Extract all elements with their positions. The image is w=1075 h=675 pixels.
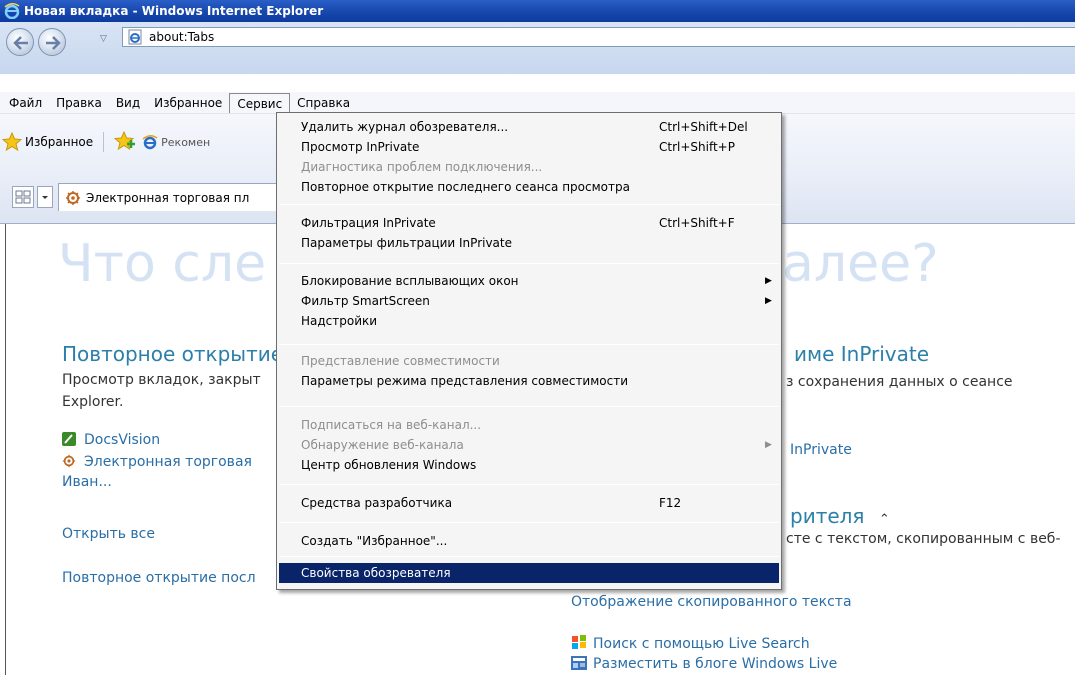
blog-live-link[interactable]: Разместить в блоге Windows Live [571, 656, 837, 672]
tab-trading[interactable]: Электронная торговая пл [58, 183, 278, 211]
menu-item-diagnose-connection: Диагностика проблем подключения... [301, 160, 543, 174]
accelerators-description: сте с текстом, скопированным с веб- [786, 531, 1061, 547]
reopen-description-line1: Просмотр вкладок, закрыт [62, 372, 261, 388]
menu-file[interactable]: Файл [2, 93, 49, 113]
menu-item-create-favorites[interactable]: Создать "Избранное"... [279, 531, 779, 551]
docsvision-icon [62, 432, 76, 446]
menu-help[interactable]: Справка [290, 93, 357, 113]
inprivate-description: з сохранения данных о сеансе [786, 374, 1013, 390]
menu-item-reopen-last-session[interactable]: Повторное открытие последнего сеанса про… [279, 177, 779, 197]
window-title: Новая вкладка - Windows Internet Explore… [24, 4, 324, 18]
menu-separator [279, 263, 779, 264]
forward-arrow-icon [46, 36, 61, 50]
favorites-button[interactable]: Избранное [2, 132, 93, 152]
quick-tabs-button[interactable] [12, 186, 34, 208]
hero-heading-left: Что сле [58, 234, 267, 294]
forward-button[interactable] [38, 28, 66, 56]
ivan-link[interactable]: Иван... [62, 474, 112, 490]
menu-item-compatibility-view: Представление совместимости [301, 354, 500, 368]
inprivate-section-title: име InPrivate [794, 342, 930, 366]
trading-link[interactable]: Электронная торговая [62, 454, 252, 470]
menu-item-smartscreen[interactable]: Фильтр SmartScreen ▶ [279, 291, 779, 311]
page-icon [127, 29, 143, 45]
inprivate-link[interactable]: InPrivate [790, 442, 852, 458]
tab-label: Электронная торговая пл [86, 190, 250, 205]
hero-heading-right: алее? [782, 234, 939, 294]
menu-item-windows-update[interactable]: Центр обновления Windows [279, 455, 779, 475]
menu-item-internet-options[interactable]: Свойства обозревателя [279, 563, 779, 583]
menu-separator [279, 556, 779, 557]
menu-separator [279, 204, 779, 205]
menu-favorites[interactable]: Избранное [147, 93, 229, 113]
docsvision-link[interactable]: DocsVision [62, 432, 160, 448]
submenu-arrow-icon: ▶ [765, 296, 772, 306]
menu-separator [279, 344, 779, 345]
menu-separator [279, 522, 779, 523]
menu-separator [279, 406, 779, 407]
menu-item-delete-history[interactable]: Удалить журнал обозревателя... Ctrl+Shif… [279, 117, 779, 137]
submenu-arrow-icon: ▶ [765, 276, 772, 286]
menu-item-popup-blocker[interactable]: Блокирование всплывающих окон ▶ [279, 271, 779, 291]
menu-item-inprivate-filter-settings[interactable]: Параметры фильтрации InPrivate [279, 233, 779, 253]
favorites-row: Избранное Рекомен [0, 130, 210, 154]
add-favorites-button[interactable] [113, 130, 136, 154]
address-bar[interactable]: about:Tabs [122, 27, 1075, 47]
title-bar[interactable]: Новая вкладка - Windows Internet Explore… [0, 0, 1075, 22]
menu-item-inprivate-filtering[interactable]: Фильтрация InPrivate Ctrl+Shift+F [279, 213, 779, 233]
live-search-icon [571, 634, 586, 649]
show-copied-text-link[interactable]: Отображение скопированного текста [571, 594, 852, 610]
menu-item-feed-discovery: Обнаружение веб-канала ▶ [279, 435, 779, 455]
menu-view[interactable]: Вид [109, 93, 147, 113]
reopen-section-title: Повторное открытие [62, 342, 284, 366]
tools-menu: Удалить журнал обозревателя... Ctrl+Shif… [276, 112, 782, 590]
tab-list-button[interactable] [37, 186, 53, 208]
gear-icon [66, 190, 80, 205]
ie-icon [142, 135, 158, 150]
blog-icon [571, 656, 587, 670]
divider [103, 132, 105, 152]
star-icon [2, 132, 22, 152]
address-input[interactable]: about:Tabs [149, 30, 214, 44]
menu-item-developer-tools[interactable]: Средства разработчика F12 [279, 493, 779, 513]
live-search-link[interactable]: Поиск с помощью Live Search [571, 634, 810, 652]
quick-tabs-icon [15, 190, 31, 204]
collapse-chevron-icon[interactable]: ⌃ [879, 512, 890, 527]
chevron-down-icon [42, 196, 48, 199]
menu-edit[interactable]: Правка [49, 93, 109, 113]
back-button[interactable] [6, 28, 34, 56]
menu-tools[interactable]: Сервис [229, 92, 291, 113]
history-dropdown-icon[interactable]: ▽ [100, 34, 114, 48]
menu-item-subscribe-feed: Подписаться на веб-канал... [301, 418, 482, 432]
ie-logo-icon [4, 3, 20, 20]
menu-item-addons[interactable]: Надстройки [279, 311, 779, 331]
reopen-last-session-link[interactable]: Повторное открытие посл [62, 570, 256, 586]
favorites-label: Избранное [25, 135, 94, 149]
gear-icon [62, 454, 76, 468]
menu-item-inprivate-browsing[interactable]: Просмотр InPrivate Ctrl+Shift+P [279, 137, 779, 157]
menu-separator [279, 484, 779, 485]
accelerators-section-title: рителя ⌃ [790, 504, 890, 528]
back-arrow-icon [13, 36, 28, 50]
open-all-link[interactable]: Открыть все [62, 526, 155, 542]
add-favorite-star-icon [113, 130, 136, 150]
menu-bar: Файл Правка Вид Избранное Сервис Справка [0, 92, 1075, 114]
recommended-sites-link[interactable]: Рекомен [142, 134, 210, 150]
reopen-description-line2: Explorer. [62, 394, 124, 410]
menu-item-compatibility-settings[interactable]: Параметры режима представления совместим… [279, 371, 779, 391]
submenu-arrow-icon: ▶ [765, 440, 772, 450]
